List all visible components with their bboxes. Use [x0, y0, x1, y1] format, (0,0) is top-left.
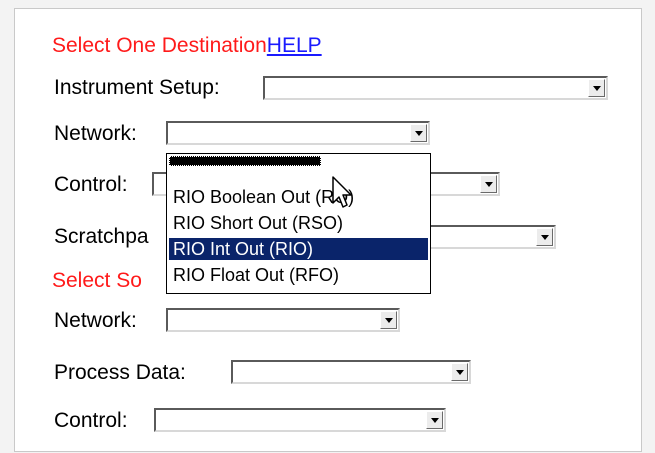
scratchpad-label: Scratchpa: [54, 225, 149, 248]
dropdown-option-rio-float-out[interactable]: RIO Float Out (RFO): [169, 264, 428, 286]
chevron-down-icon[interactable]: [480, 175, 497, 193]
dropdown-option-rio-int-out[interactable]: RIO Int Out (RIO): [169, 238, 428, 260]
destination-network-label: Network:: [54, 122, 137, 145]
destination-control-label: Control:: [54, 173, 128, 196]
instrument-setup-select[interactable]: [263, 76, 608, 100]
instrument-setup-label: Instrument Setup:: [54, 76, 220, 99]
destination-heading: Select One Destination: [52, 34, 267, 57]
source-heading: Select So: [52, 269, 142, 292]
destination-heading-row: Select One DestinationHELP: [52, 33, 322, 59]
help-link[interactable]: HELP: [267, 34, 322, 57]
mouse-pointer-icon: [332, 176, 352, 208]
source-control-select[interactable]: [154, 408, 446, 432]
dropdown-option-rio-boolean-out[interactable]: RIO Boolean Out (RO): [169, 186, 428, 208]
dropdown-option-rio-short-out[interactable]: RIO Short Out (RSO): [169, 212, 428, 234]
chevron-down-icon[interactable]: [536, 228, 553, 246]
chevron-down-icon[interactable]: [410, 124, 427, 142]
process-data-label: Process Data:: [54, 361, 186, 384]
source-network-select[interactable]: [166, 308, 400, 332]
process-data-select[interactable]: [231, 360, 471, 384]
source-network-label: Network:: [54, 309, 137, 332]
dropdown-option-empty[interactable]: [169, 156, 321, 166]
source-control-label: Control:: [54, 409, 128, 432]
chevron-down-icon[interactable]: [451, 363, 468, 381]
destination-network-select[interactable]: [166, 121, 430, 145]
chevron-down-icon[interactable]: [380, 311, 397, 329]
chevron-down-icon[interactable]: [426, 411, 443, 429]
network-dropdown-list[interactable]: RIO Boolean Out (RO) RIO Short Out (RSO)…: [166, 153, 431, 294]
chevron-down-icon[interactable]: [588, 79, 605, 97]
